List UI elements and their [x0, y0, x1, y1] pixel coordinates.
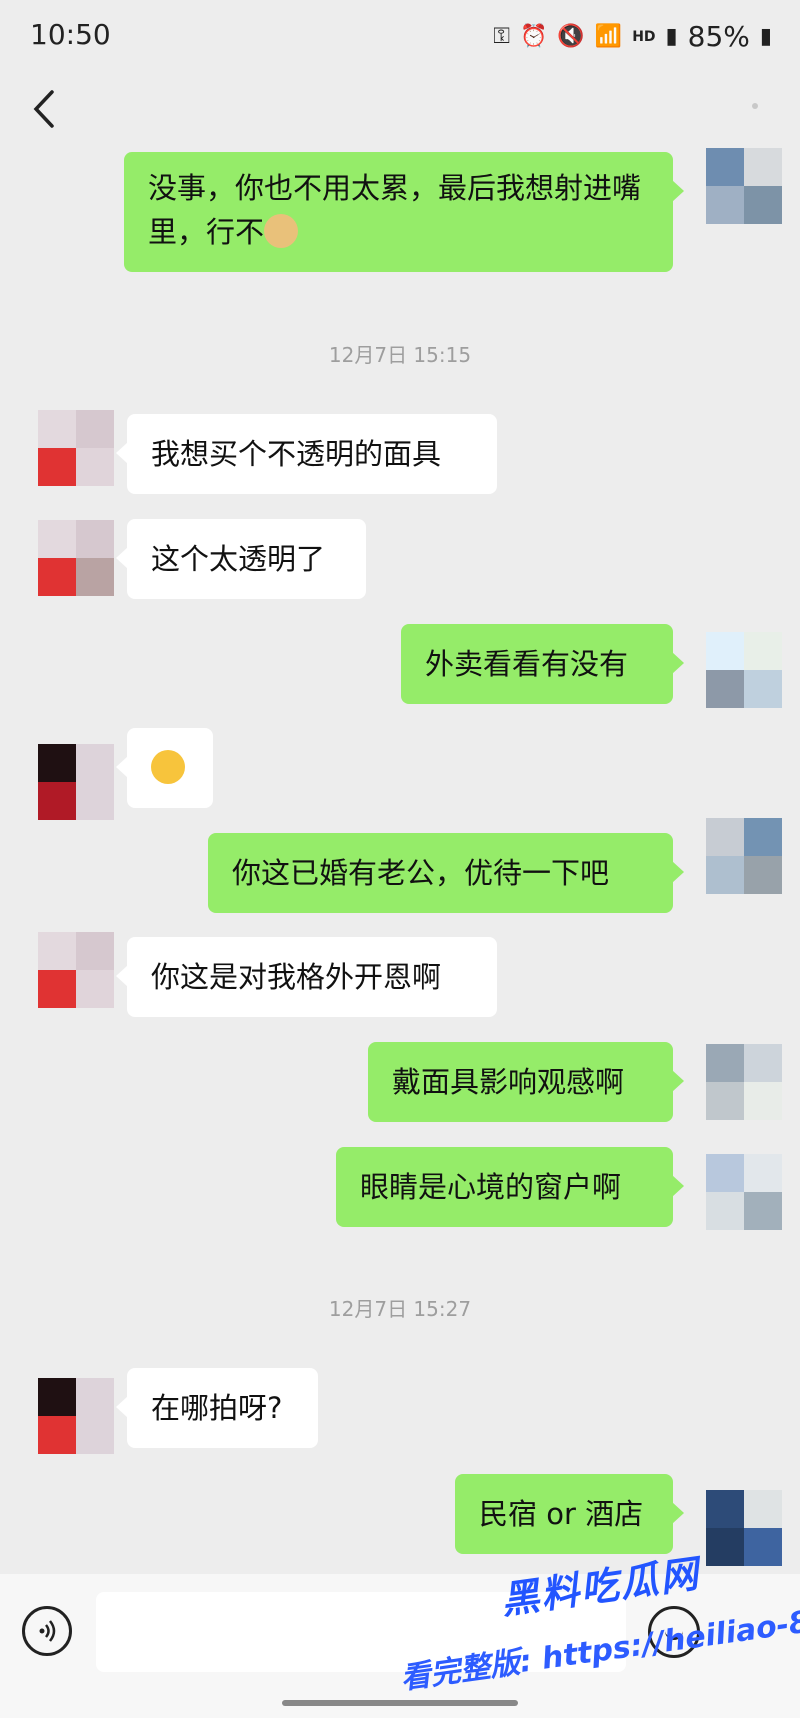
- voice-icon[interactable]: [22, 1606, 72, 1656]
- timestamp: 12月7日 15:15: [328, 343, 472, 367]
- message-bubble-outgoing[interactable]: 外卖看看有没有: [401, 624, 684, 704]
- status-time: 10:50: [30, 18, 111, 51]
- message-text: 外卖看看有没有: [425, 647, 629, 681]
- network-label: HD: [632, 28, 656, 45]
- home-indicator[interactable]: [282, 1700, 518, 1706]
- message-text: 我想买个不透明的面具: [151, 437, 442, 471]
- message-bubble-incoming[interactable]: 你这是对我格外开恩啊: [116, 937, 497, 1017]
- message-bubble-incoming[interactable]: 我想买个不透明的面具: [116, 414, 497, 494]
- message-bubble-incoming[interactable]: 在哪拍呀?: [116, 1368, 318, 1448]
- contact-avatar[interactable]: [38, 1378, 114, 1454]
- contact-avatar[interactable]: [38, 932, 114, 1008]
- message-text: 戴面具影响观感啊: [392, 1065, 625, 1099]
- contact-avatar[interactable]: [38, 744, 114, 820]
- message-bubble-outgoing[interactable]: 民宿 or 酒店: [455, 1474, 684, 1554]
- message-text: 眼睛是心境的窗户啊: [360, 1170, 622, 1204]
- contact-avatar[interactable]: [38, 520, 114, 596]
- doge-emoji-icon: [264, 214, 299, 248]
- message-bubble-outgoing[interactable]: 没事，你也不用太累，最后我想射进嘴里，行不: [124, 152, 684, 272]
- message-bubble-outgoing[interactable]: 眼睛是心境的窗户啊: [336, 1147, 684, 1227]
- status-bar: 10:50 ⚿ ⏰ 🔇 📶 HD ▮ 85% ▮: [0, 0, 800, 70]
- message-text: 你这是对我格外开恩啊: [151, 960, 442, 994]
- more-dot-icon[interactable]: [752, 103, 758, 109]
- my-avatar[interactable]: [706, 632, 782, 708]
- mute-icon: 🔇: [557, 24, 585, 49]
- signal-icon: ▮: [665, 24, 678, 49]
- wifi-icon: 📶: [594, 24, 623, 49]
- my-avatar[interactable]: [706, 1044, 782, 1120]
- key-icon: ⚿: [493, 24, 510, 49]
- message-text: 这个太透明了: [151, 542, 326, 576]
- my-avatar[interactable]: [706, 1490, 782, 1566]
- message-bubble-incoming[interactable]: [116, 728, 213, 808]
- message-text: 没事，你也不用太累，最后我想射进嘴里，行不: [148, 171, 642, 249]
- covering-mouth-emoji-icon: [151, 750, 185, 784]
- my-avatar[interactable]: [706, 818, 782, 894]
- my-avatar[interactable]: [706, 148, 782, 224]
- status-icons: ⚿ ⏰ 🔇 📶 HD ▮ 85% ▮: [493, 20, 772, 53]
- message-bubble-outgoing[interactable]: 戴面具影响观感啊: [368, 1042, 684, 1122]
- message-bubble-incoming[interactable]: 这个太透明了: [116, 519, 366, 599]
- message-bubble-outgoing[interactable]: 你这已婚有老公，优待一下吧: [208, 833, 684, 913]
- message-text: 你这已婚有老公，优待一下吧: [232, 856, 610, 890]
- timestamp: 12月7日 15:27: [328, 1297, 472, 1321]
- contact-avatar[interactable]: [38, 410, 114, 486]
- chevron-left-icon[interactable]: [28, 84, 68, 134]
- alarm-icon: ⏰: [519, 24, 548, 49]
- sound-wave-icon: [39, 1620, 56, 1642]
- message-text: 在哪拍呀?: [151, 1391, 283, 1425]
- chat-header: [0, 70, 800, 150]
- message-text: 民宿 or 酒店: [479, 1497, 644, 1531]
- battery-icon: ▮: [759, 24, 772, 49]
- my-avatar[interactable]: [706, 1154, 782, 1230]
- battery-percent: 85%: [687, 20, 750, 53]
